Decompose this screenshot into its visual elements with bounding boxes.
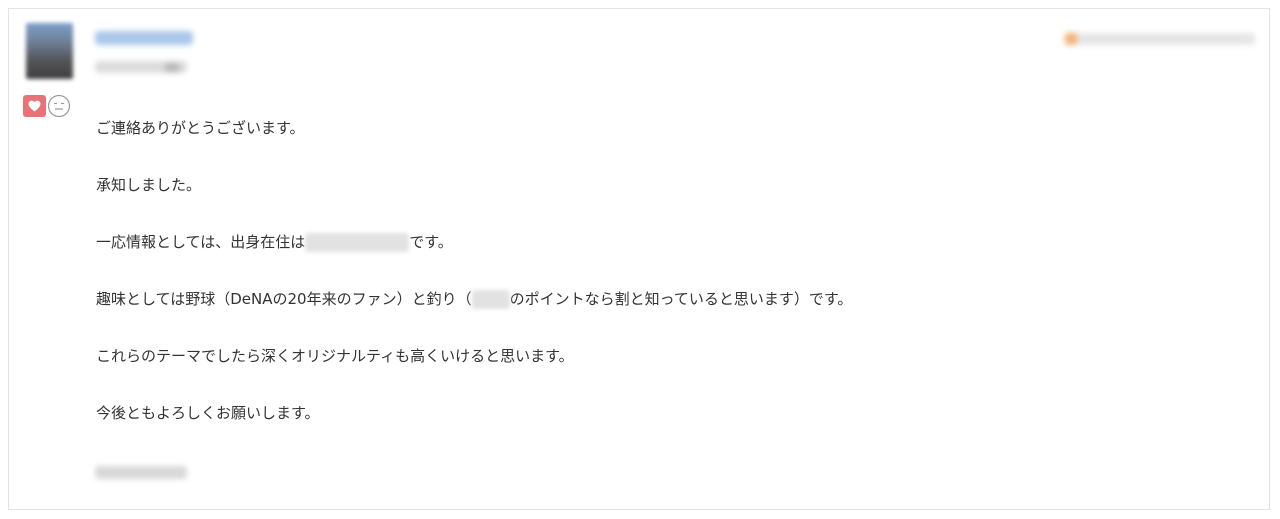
message-line: 趣味としては野球（DeNAの20年来のファン）と釣り（ のポイントなら割と知ってい…: [96, 288, 1246, 310]
message-card: ご連絡ありがとうございます。 承知しました。 一応情報としては、出身在住は です。…: [8, 8, 1270, 510]
redacted-fishing-spot: [471, 290, 510, 309]
heart-reaction-button[interactable]: [23, 95, 46, 117]
hobby-text-after: のポイントなら割と知っていると思います）です。: [509, 290, 853, 308]
timestamp: [1065, 33, 1255, 45]
neutral-reaction-button[interactable]: [47, 94, 71, 118]
heart-icon: [28, 100, 41, 112]
avatar[interactable]: [26, 23, 73, 79]
message-line: ご連絡ありがとうございます。: [96, 119, 305, 137]
message-line: 一応情報としては、出身在住は です。: [96, 231, 1246, 253]
signature: [95, 466, 187, 479]
info-text-before: 一応情報としては、出身在住は: [96, 233, 306, 251]
message-body: ご連絡ありがとうございます。 承知しました。 一応情報としては、出身在住は です。…: [96, 117, 1246, 459]
user-meta: [95, 61, 187, 73]
username-link[interactable]: [95, 31, 193, 45]
hobby-text-before: 趣味としては野球（DeNAの20年来のファン）と釣り（: [96, 290, 472, 308]
neutral-face-icon: [47, 94, 71, 118]
message-line: これらのテーマでしたら深くオリジナルティも高くいけると思います。: [96, 347, 574, 365]
redacted-location: [305, 233, 410, 252]
info-text-after: です。: [409, 233, 453, 251]
message-line: 承知しました。: [96, 176, 202, 194]
reaction-bar: [23, 94, 71, 118]
message-line: 今後ともよろしくお願いします。: [96, 404, 320, 422]
